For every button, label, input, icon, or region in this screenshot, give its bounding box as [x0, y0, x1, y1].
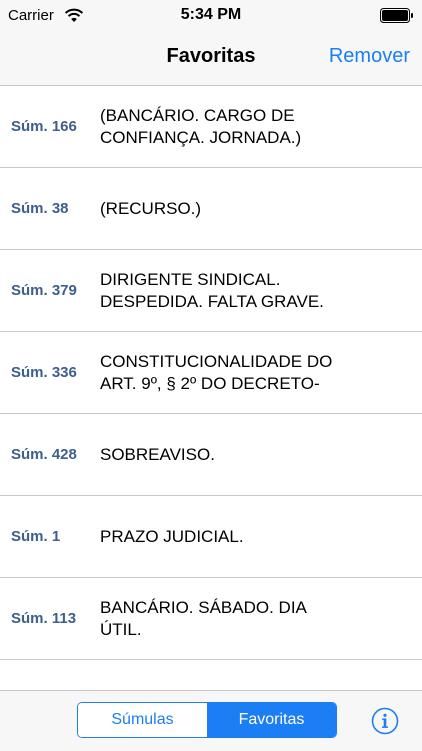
list-item[interactable]: Súm. 336 CONSTITUCIONALIDADE DO ART. 9º, …	[0, 332, 422, 414]
sumula-title-line: DIRIGENTE SINDICAL.	[100, 269, 281, 289]
list-item[interactable]: Súm. 1 PRAZO JUDICIAL.	[0, 496, 422, 578]
sumula-title: BANCÁRIO. SÁBADO. DIA ÚTIL.	[100, 578, 360, 659]
favorites-list: Súm. 166 (BANCÁRIO. CARGO DE CONFIANÇA. J…	[0, 86, 422, 660]
sumula-number: Súm. 38	[11, 200, 69, 217]
sumula-title-line: DESPEDIDA. FALTA GRAVE.	[100, 291, 324, 311]
sumula-number: Súm. 336	[11, 364, 77, 381]
sumula-title-line: (RECURSO.)	[100, 198, 202, 218]
segment-sumulas[interactable]: Súmulas	[78, 703, 207, 737]
sumula-title-line: BANCÁRIO. SÁBADO. DIA	[100, 597, 307, 617]
sumula-title: CONSTITUCIONALIDADE DO ART. 9º, § 2º DO D…	[100, 332, 360, 413]
segment-favoritas[interactable]: Favoritas	[207, 703, 336, 737]
sumula-title-line: (BANCÁRIO. CARGO DE	[100, 105, 295, 125]
sumula-number: Súm. 1	[11, 528, 61, 545]
sumula-title-line: CONSTITUCIONALIDADE DO	[100, 351, 333, 371]
status-time: 5:34 PM	[180, 6, 242, 23]
sumula-title-line: CONFIANÇA. JORNADA.)	[100, 127, 302, 147]
sumula-number: Súm. 379	[11, 282, 77, 299]
sumula-title: (RECURSO.)	[100, 168, 360, 249]
list-item[interactable]: Súm. 428 SOBREAVISO.	[0, 414, 422, 496]
sumula-number: Súm. 166	[11, 118, 77, 135]
sumula-title: (BANCÁRIO. CARGO DE CONFIANÇA. JORNADA.)	[100, 86, 360, 167]
sumula-number: Súm. 113	[11, 610, 77, 627]
view-segmented-control: Súmulas Favoritas	[77, 702, 337, 738]
sumula-title-line: SOBREAVISO.	[100, 444, 215, 464]
navigation-bar: Favoritas Remover	[0, 30, 422, 86]
list-item[interactable]: Súm. 166 (BANCÁRIO. CARGO DE CONFIANÇA. J…	[0, 86, 422, 168]
sumula-title-line: ÚTIL.	[100, 619, 142, 639]
sumula-title: DIRIGENTE SINDICAL. DESPEDIDA. FALTA GRAV…	[100, 250, 360, 331]
remove-button[interactable]: Remover	[329, 45, 410, 68]
sumula-title-line: ART. 9º, § 2º DO DECRETO-	[100, 373, 320, 393]
battery-icon	[380, 8, 413, 23]
list-item[interactable]: Súm. 113 BANCÁRIO. SÁBADO. DIA ÚTIL.	[0, 578, 422, 660]
info-icon[interactable]	[371, 707, 399, 735]
bottom-toolbar: Súmulas Favoritas	[0, 690, 422, 751]
sumula-title: PRAZO JUDICIAL.	[100, 496, 360, 577]
list-item[interactable]: Súm. 379 DIRIGENTE SINDICAL. DESPEDIDA. F…	[0, 250, 422, 332]
list-item[interactable]: Súm. 38 (RECURSO.)	[0, 168, 422, 250]
sumula-number: Súm. 428	[11, 446, 77, 463]
status-bar: Carrier 5:34 PM	[0, 0, 422, 30]
sumula-title-line: PRAZO JUDICIAL.	[100, 526, 244, 546]
sumula-title: SOBREAVISO.	[100, 414, 360, 495]
